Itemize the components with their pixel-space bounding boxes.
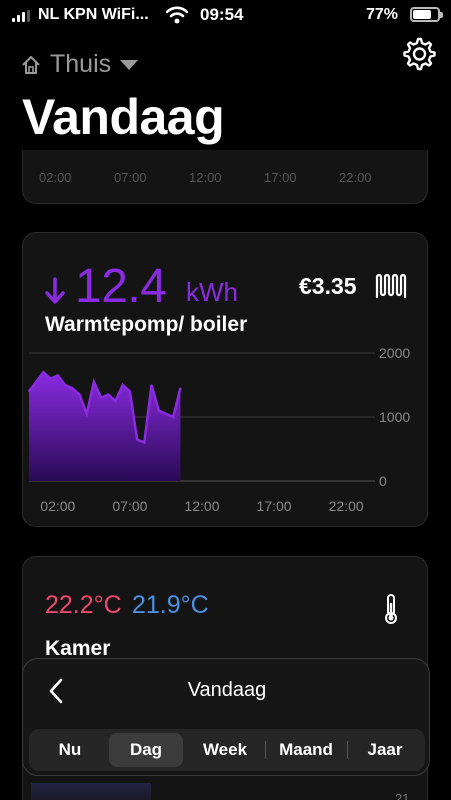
data-point: [85, 413, 88, 415]
tab-maand[interactable]: Maand: [267, 733, 345, 767]
energy-area-series: [29, 372, 181, 481]
data-point: [143, 441, 146, 444]
climate-chart-bar: [31, 783, 151, 800]
arrow-down-icon: [45, 277, 65, 304]
home-icon[interactable]: [20, 54, 42, 76]
data-point: [107, 393, 110, 396]
temperature-primary: 22.2°C: [45, 591, 122, 619]
data-point: [114, 400, 117, 402]
chevron-down-icon[interactable]: [120, 60, 138, 70]
energy-unit: kWh: [186, 277, 238, 307]
radiator-icon: [375, 273, 407, 299]
y-tick-label: 0: [379, 473, 387, 489]
carrier-name: NL KPN WiFi...: [38, 6, 149, 23]
energy-card[interactable]: 12.4 kWh €3.35 Warmtepomp/ boiler 2000 10…: [22, 232, 428, 527]
energy-chart[interactable]: 2000 1000 0 02:00 07:00 12:00 17:00 22:00: [23, 333, 429, 523]
data-point: [64, 384, 66, 386]
data-point: [71, 387, 74, 389]
y-tick-label: 2000: [379, 345, 410, 361]
tick-label: 12:00: [189, 170, 222, 185]
data-point: [136, 438, 138, 441]
x-tick-label: 22:00: [329, 498, 364, 514]
tab-nu[interactable]: Nu: [33, 733, 107, 767]
tick-label: 22:00: [339, 170, 372, 185]
tab-week[interactable]: Week: [187, 733, 263, 767]
wifi-icon: [166, 6, 188, 24]
data-point: [172, 416, 174, 418]
thermometer-icon: [385, 594, 397, 624]
data-point: [42, 371, 45, 373]
previous-card[interactable]: 02:00 07:00 12:00 17:00 22:00: [22, 150, 428, 204]
period-title: Vandaag: [187, 679, 267, 701]
status-time: 09:54: [200, 5, 244, 24]
data-point: [49, 377, 52, 380]
data-point: [129, 390, 131, 393]
data-point: [28, 390, 30, 393]
x-tick-label: 17:00: [257, 498, 292, 514]
energy-value: 12.4: [75, 260, 167, 313]
data-point: [179, 387, 182, 389]
tick-label: 07:00: [114, 170, 147, 185]
tab-divider: [265, 741, 266, 759]
data-point: [78, 393, 81, 396]
gear-icon[interactable]: [400, 36, 436, 72]
tab-jaar[interactable]: Jaar: [349, 733, 421, 767]
battery-percentage: 77%: [366, 6, 399, 23]
data-point: [158, 409, 160, 412]
y-tick-label: 1000: [379, 409, 410, 425]
period-tabs: Nu Dag Week Maand Jaar: [29, 729, 425, 771]
data-point: [150, 384, 153, 386]
x-tick-label: 02:00: [40, 498, 75, 514]
location-selector[interactable]: Thuis: [50, 50, 111, 79]
period-panel: Vandaag Nu Dag Week Maand Jaar: [22, 658, 430, 776]
energy-cost: €3.35: [299, 273, 357, 299]
x-tick-label: 07:00: [112, 498, 147, 514]
page-title: Vandaag: [22, 89, 225, 145]
temperature-secondary: 21.9°C: [132, 591, 209, 619]
status-bar: NL KPN WiFi... 09:54 77%: [0, 0, 451, 34]
tick-label: 02:00: [39, 170, 72, 185]
battery-icon: [410, 7, 443, 22]
data-point: [100, 397, 102, 399]
data-point: [57, 374, 59, 377]
previous-card-ticks: 02:00 07:00 12:00 17:00 22:00: [39, 170, 399, 185]
data-point: [165, 413, 167, 415]
signal-strength-icon: [12, 10, 34, 22]
data-point: [121, 384, 124, 386]
data-point: [93, 381, 95, 383]
tick-label: 17:00: [264, 170, 297, 185]
tab-dag[interactable]: Dag: [109, 733, 183, 767]
x-tick-label: 12:00: [184, 498, 219, 514]
climate-tick-label: 21: [395, 791, 410, 800]
tab-divider: [347, 741, 348, 759]
